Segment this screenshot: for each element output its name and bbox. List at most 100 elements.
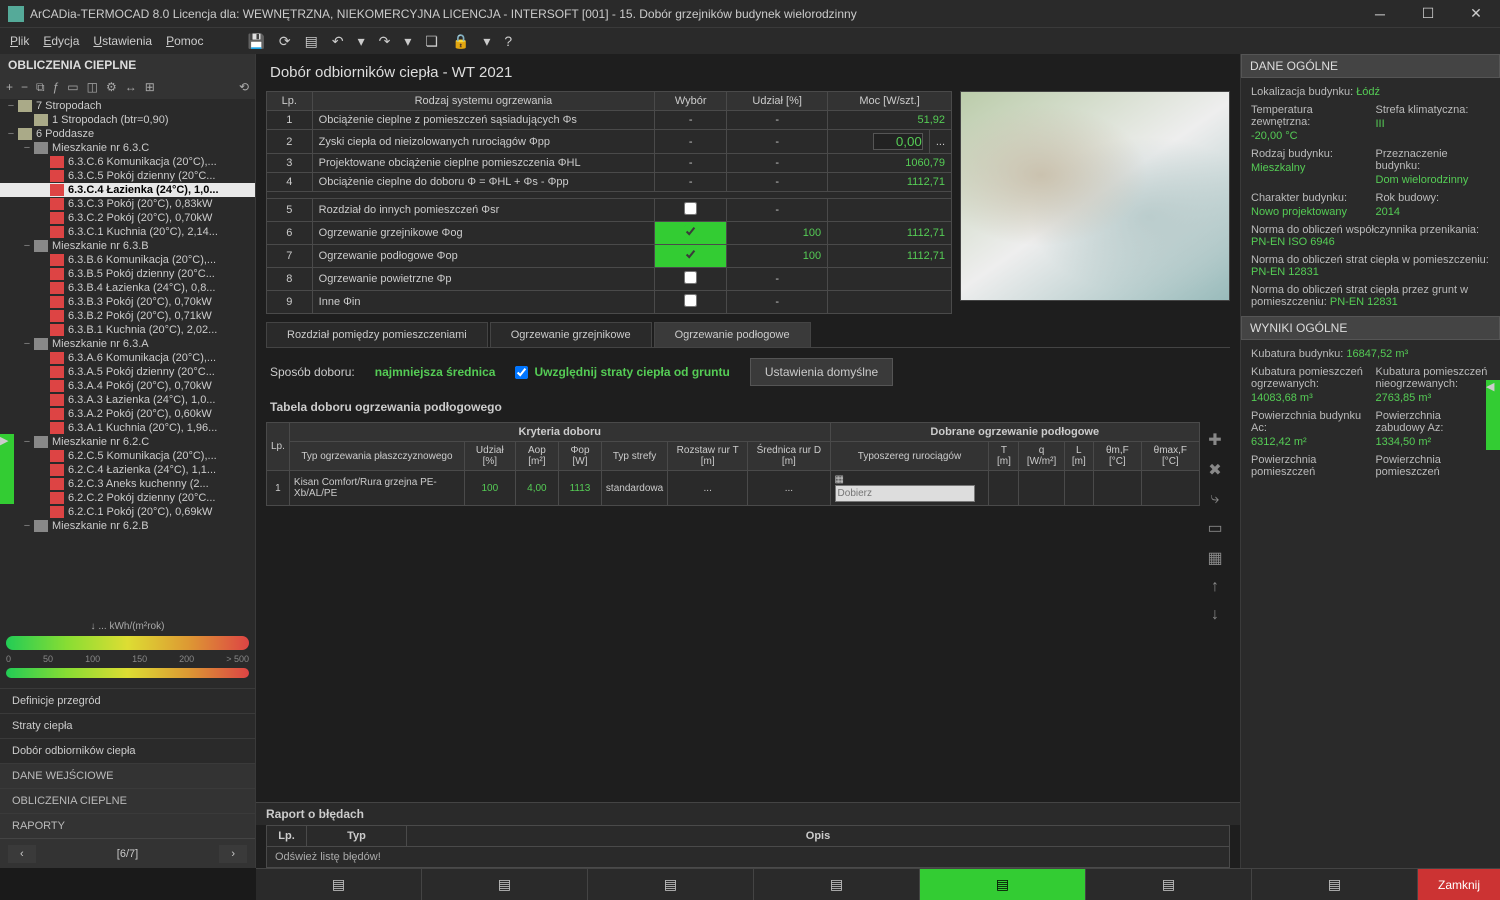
tree-node[interactable]: 6.2.C.4 Łazienka (24°C), 1,1... [0, 463, 255, 477]
tab-rozdzial[interactable]: Rozdział pomiędzy pomieszczeniami [266, 322, 488, 347]
close-button[interactable]: ✕ [1460, 2, 1492, 26]
tree-node[interactable]: −Mieszkanie nr 6.3.B [0, 239, 255, 253]
redo-dropdown-icon[interactable]: ▾ [404, 33, 411, 50]
minimize-button[interactable]: ─ [1364, 2, 1396, 26]
tree-node[interactable]: −Mieszkanie nr 6.2.B [0, 519, 255, 533]
tree-fn1-icon[interactable]: ƒ [53, 80, 60, 95]
default-settings-button[interactable]: Ustawienia domyślne [750, 358, 893, 386]
ground-loss-checkbox[interactable]: Uwzględnij straty ciepła od gruntu [515, 365, 729, 379]
tree-node[interactable]: −Mieszkanie nr 6.2.C [0, 435, 255, 449]
bt-seg-2[interactable]: ▤ [422, 869, 588, 900]
tree-node[interactable]: 6.3.C.4 Łazienka (24°C), 1,0... [0, 183, 255, 197]
pager-next[interactable]: › [219, 845, 247, 863]
nav-definicje[interactable]: Definicje przegród [0, 688, 255, 713]
add-row-icon[interactable]: ✚ [1208, 430, 1221, 450]
tree-node[interactable]: 6.3.A.2 Pokój (20°C), 0,60kW [0, 407, 255, 421]
bt-seg-4[interactable]: ▤ [754, 869, 920, 900]
sys-checkbox[interactable] [684, 271, 697, 284]
tree-add-icon[interactable]: + [6, 80, 13, 95]
menu-ustawienia[interactable]: Ustawienia [93, 34, 152, 48]
undo-icon[interactable]: ↶ [332, 33, 344, 50]
bt-seg-6[interactable]: ▤ [1086, 869, 1252, 900]
tree-node[interactable]: 6.3.B.3 Pokój (20°C), 0,70kW [0, 295, 255, 309]
menu-pomoc[interactable]: Pomoc [166, 34, 203, 48]
right-edge-handle[interactable]: ◀ [1486, 380, 1500, 450]
nav-header-dane[interactable]: DANE WEJŚCIOWE [0, 763, 255, 788]
redo-icon[interactable]: ↷ [379, 33, 391, 50]
maximize-button[interactable]: ☐ [1412, 2, 1444, 26]
tree-fn5-icon[interactable]: ↔ [125, 80, 137, 95]
tree-fn4-icon[interactable]: ⚙ [106, 80, 117, 95]
tool3-icon[interactable]: ⤷ [1211, 490, 1220, 508]
tree-node[interactable]: 6.3.B.1 Kuchnia (20°C), 2,02... [0, 323, 255, 337]
bt-seg-3[interactable]: ▤ [588, 869, 754, 900]
tree-node[interactable]: 6.3.A.5 Pokój dzienny (20°C... [0, 365, 255, 379]
pager-prev[interactable]: ‹ [8, 845, 36, 863]
tree-node[interactable]: 6.3.A.6 Komunikacja (20°C),... [0, 351, 255, 365]
tree-fn6-icon[interactable]: ⊞ [145, 80, 155, 95]
tool5-icon[interactable]: ▦ [1207, 548, 1222, 568]
zamknij-button[interactable]: Zamknij [1418, 869, 1500, 900]
left-edge-handle[interactable]: ▶ [0, 434, 14, 504]
tree-node[interactable]: 6.3.B.6 Komunikacja (20°C),... [0, 253, 255, 267]
lock-icon[interactable]: 🔒 [452, 33, 469, 50]
srednica-cell[interactable]: ... [748, 471, 830, 506]
tree-node[interactable]: −Mieszkanie nr 6.3.C [0, 141, 255, 155]
lock-dropdown-icon[interactable]: ▾ [483, 33, 490, 50]
undo-dropdown-icon[interactable]: ▾ [358, 33, 365, 50]
moc-input[interactable] [873, 133, 923, 150]
tool4-icon[interactable]: ▭ [1207, 518, 1222, 538]
sys-checkbox[interactable] [684, 294, 697, 307]
layers-icon[interactable]: ❏ [425, 33, 438, 50]
structure-tree[interactable]: −7 Stropodach1 Stropodach (btr=0,90)−6 P… [0, 99, 255, 615]
tree-node[interactable]: −Mieszkanie nr 6.3.A [0, 337, 255, 351]
tree-node[interactable]: 6.3.C.1 Kuchnia (20°C), 2,14... [0, 225, 255, 239]
tree-node[interactable]: 6.2.C.3 Aneks kuchenny (2... [0, 477, 255, 491]
delete-row-icon[interactable]: ✖ [1208, 460, 1221, 480]
sys-checkbox[interactable] [684, 225, 697, 238]
document-icon[interactable]: ▤ [305, 33, 318, 50]
nav-header-obliczenia[interactable]: OBLICZENIA CIEPLNE [0, 788, 255, 813]
tree-node[interactable]: 6.3.C.5 Pokój dzienny (20°C... [0, 169, 255, 183]
sel-row[interactable]: 1 Kisan Comfort/Rura grzejna PE-Xb/AL/PE… [267, 471, 1200, 506]
tree-node[interactable]: −7 Stropodach [0, 99, 255, 113]
tree-node[interactable]: 1 Stropodach (btr=0,90) [0, 113, 255, 127]
tree-node[interactable]: −6 Poddasze [0, 127, 255, 141]
sys-checkbox[interactable] [684, 248, 697, 261]
tree-fn3-icon[interactable]: ◫ [87, 80, 98, 95]
tree-node[interactable]: 6.3.C.3 Pokój (20°C), 0,83kW [0, 197, 255, 211]
save-icon[interactable]: 💾 [247, 33, 264, 50]
tree-node[interactable]: 6.3.B.5 Pokój dzienny (20°C... [0, 267, 255, 281]
menu-edycja[interactable]: Edycja [43, 34, 79, 48]
bt-seg-5-active[interactable]: ▤ [920, 869, 1086, 900]
bt-seg-1[interactable]: ▤ [256, 869, 422, 900]
tree-node[interactable]: 6.2.C.5 Komunikacja (20°C),... [0, 449, 255, 463]
tree-sync-icon[interactable]: ⟲ [239, 80, 249, 95]
tree-copy-icon[interactable]: ⧉ [36, 80, 45, 95]
bt-seg-7[interactable]: ▤ [1252, 869, 1418, 900]
move-up-icon[interactable]: ↑ [1211, 578, 1219, 596]
tree-node[interactable]: 6.3.B.4 Łazienka (24°C), 0,8... [0, 281, 255, 295]
tree-node[interactable]: 6.3.A.4 Pokój (20°C), 0,70kW [0, 379, 255, 393]
typoszereg-cell[interactable]: ▦ [830, 471, 989, 506]
sposob-value[interactable]: najmniejsza średnica [375, 365, 496, 379]
tree-node[interactable]: 6.2.C.1 Pokój (20°C), 0,69kW [0, 505, 255, 519]
move-down-icon[interactable]: ↓ [1211, 606, 1219, 624]
nav-dobor[interactable]: Dobór odbiorników ciepła [0, 738, 255, 763]
tree-remove-icon[interactable]: − [21, 80, 28, 95]
nav-header-raporty[interactable]: RAPORTY [0, 813, 255, 838]
help-icon[interactable]: ? [504, 33, 512, 50]
tab-podlogowe[interactable]: Ogrzewanie podłogowe [654, 322, 811, 347]
rozstaw-cell[interactable]: ... [668, 471, 748, 506]
menu-plik[interactable]: Plik [10, 34, 29, 48]
dobierz-input[interactable] [835, 485, 975, 502]
refresh-icon[interactable]: ⟳ [279, 33, 291, 50]
tree-node[interactable]: 6.3.A.1 Kuchnia (20°C), 1,96... [0, 421, 255, 435]
tree-node[interactable]: 6.3.B.2 Pokój (20°C), 0,71kW [0, 309, 255, 323]
sys-checkbox[interactable] [684, 202, 697, 215]
tree-node[interactable]: 6.3.C.2 Pokój (20°C), 0,70kW [0, 211, 255, 225]
tab-grzejnikowe[interactable]: Ogrzewanie grzejnikowe [490, 322, 652, 347]
nav-straty[interactable]: Straty ciepła [0, 713, 255, 738]
tree-node[interactable]: 6.2.C.2 Pokój dzienny (20°C... [0, 491, 255, 505]
tree-fn2-icon[interactable]: ▭ [67, 80, 78, 95]
